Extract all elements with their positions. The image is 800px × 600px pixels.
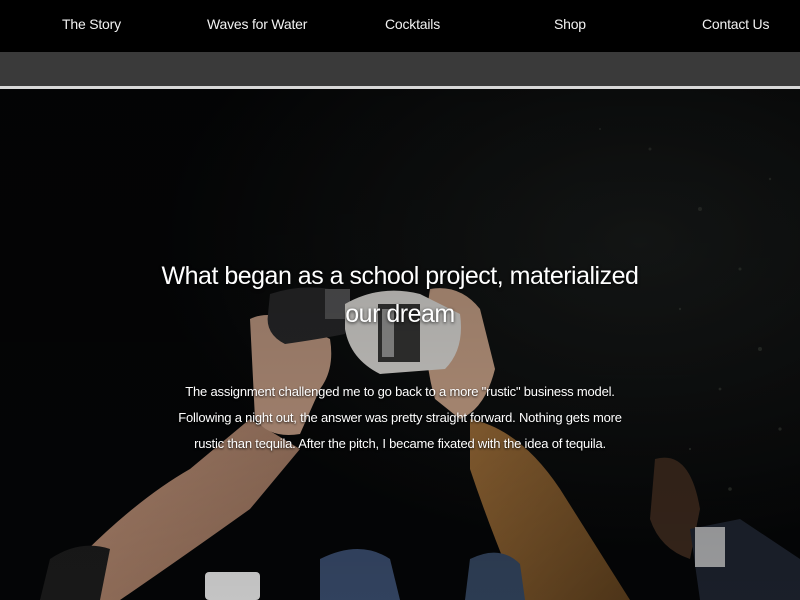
- nav-link-waves-for-water[interactable]: Waves for Water: [207, 16, 307, 32]
- nav-link-contact-us[interactable]: Contact Us: [702, 16, 769, 32]
- nav-link-shop[interactable]: Shop: [554, 16, 586, 32]
- sub-header-bar: [0, 52, 800, 86]
- top-navigation: The Story Waves for Water Cocktails Shop…: [0, 0, 800, 52]
- hero-title: What began as a school project, material…: [161, 262, 639, 328]
- hands-toasting-bottles-photo: [0, 89, 800, 600]
- nav-link-cocktails[interactable]: Cocktails: [385, 16, 440, 32]
- hero-description: The assignment challenged me to go back …: [178, 384, 622, 451]
- hero-section: What began as a school project, material…: [0, 89, 800, 600]
- nav-link-the-story[interactable]: The Story: [62, 16, 121, 32]
